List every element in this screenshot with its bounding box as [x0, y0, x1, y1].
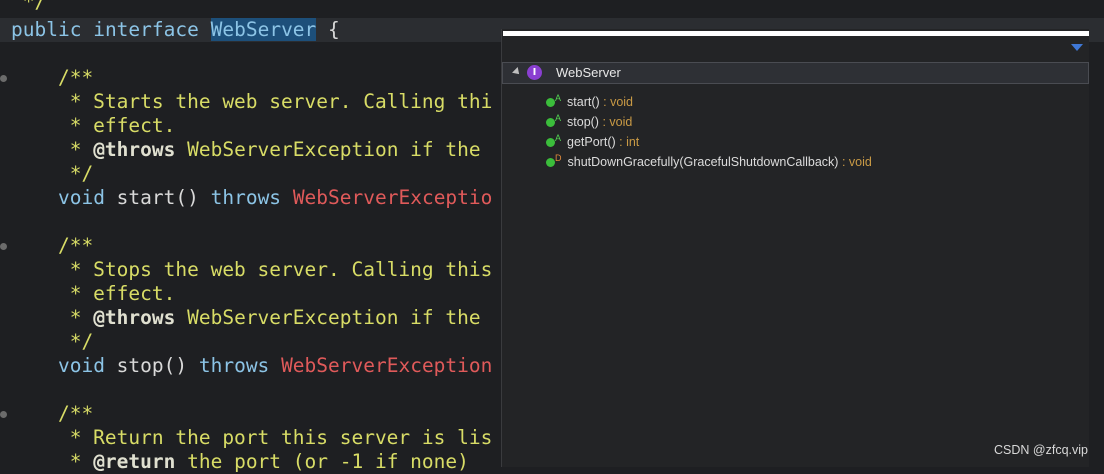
code-token: throws [198, 354, 270, 377]
member-name: shutDownGracefully(GracefulShutdownCallb… [567, 155, 839, 169]
outline-filter-input[interactable] [503, 31, 1089, 36]
public-method-icon [546, 98, 555, 108]
code-line[interactable]: * effect. [11, 114, 176, 138]
code-token: WebServerExceptio [292, 186, 493, 209]
code-line[interactable]: * @throws WebServerException if the [11, 138, 481, 162]
member-name: start() [567, 95, 600, 109]
code-line[interactable]: void stop() throws WebServerException [11, 354, 492, 378]
outline-member-item[interactable]: Astop() : void [546, 112, 632, 132]
code-line[interactable]: */ [11, 330, 94, 354]
method-modifier-badge: D [555, 153, 562, 163]
code-token: { [316, 18, 340, 41]
code-token: @throws [93, 306, 176, 329]
method-modifier-badge: A [555, 133, 562, 143]
code-token: @return [93, 450, 176, 473]
outline-member-item[interactable]: Astart() : void [546, 92, 633, 112]
code-token: /** [11, 66, 94, 89]
outline-member-item[interactable]: DshutDownGracefully(GracefulShutdownCall… [546, 152, 872, 172]
code-line[interactable]: * Stops the web server. Calling this [11, 258, 493, 282]
code-line[interactable]: * @throws WebServerException if the [11, 306, 481, 330]
code-token: * [11, 450, 94, 473]
code-token: /** [11, 402, 94, 425]
interface-icon: I [527, 65, 542, 80]
code-line[interactable]: */ [11, 0, 47, 14]
method-modifier-badge: A [555, 113, 562, 123]
code-token: */ [11, 330, 94, 353]
outline-member-item[interactable]: AgetPort() : int [546, 132, 639, 152]
code-token: interface [93, 18, 199, 41]
code-token: * effect. [11, 282, 176, 305]
code-token: * Starts the web server. Calling thi [11, 90, 493, 113]
code-token: WebServerException if the [175, 306, 481, 329]
public-method-icon [546, 138, 555, 148]
fold-marker-icon[interactable] [0, 75, 7, 82]
code-token: throws [210, 186, 282, 209]
member-name: getPort() [567, 135, 616, 149]
member-return-type: : void [838, 155, 872, 169]
code-line[interactable]: */ [11, 162, 94, 186]
code-token: * [11, 306, 94, 329]
member-return-type: : int [615, 135, 640, 149]
code-token: void [57, 354, 105, 377]
code-token: WebServerException if the [175, 138, 481, 161]
outline-root-item[interactable]: I WebServer [502, 62, 1089, 84]
code-token: * Return the port this server is lis [11, 426, 493, 449]
code-token: */ [11, 0, 47, 13]
code-token: * effect. [11, 114, 176, 137]
view-menu-icon[interactable] [1071, 44, 1083, 51]
code-line[interactable]: * effect. [11, 282, 176, 306]
code-line[interactable]: * Return the port this server is lis [11, 426, 493, 450]
code-token: stop() [104, 354, 199, 377]
code-line[interactable]: * Starts the web server. Calling thi [11, 90, 493, 114]
selected-identifier: WebServer [210, 18, 317, 41]
method-modifier-badge: A [555, 93, 562, 103]
member-name: stop() [567, 115, 599, 129]
watermark: CSDN @zfcq.vip [994, 443, 1088, 457]
code-token: WebServerException [281, 354, 493, 377]
member-return-type: : void [598, 115, 633, 129]
outline-root-label: WebServer [556, 65, 621, 80]
code-token: start() [104, 186, 211, 209]
code-token: * Stops the web server. Calling this [11, 258, 493, 281]
code-token: /** [11, 234, 94, 257]
member-return-type: : void [599, 95, 634, 109]
expand-collapse-icon[interactable] [512, 67, 522, 77]
code-token: void [57, 186, 105, 209]
public-method-icon [546, 118, 555, 128]
code-line[interactable]: /** [11, 234, 93, 258]
code-token: @throws [93, 138, 176, 161]
quick-outline-popup: I WebServer Astart() : void Astop() : voi… [501, 29, 1089, 467]
fold-marker-icon[interactable] [0, 243, 7, 250]
code-line[interactable]: /** [11, 402, 93, 426]
code-token: */ [11, 162, 94, 185]
code-token: * [11, 138, 94, 161]
code-line[interactable]: /** [11, 66, 93, 90]
code-token: the port (or -1 if none) [175, 450, 469, 473]
fold-marker-icon[interactable] [0, 411, 7, 418]
code-line[interactable]: void start() throws WebServerExceptio [11, 186, 492, 210]
code-token: public [11, 18, 82, 41]
public-default-method-icon [546, 158, 555, 168]
code-line[interactable]: * @return the port (or -1 if none) [11, 450, 469, 474]
